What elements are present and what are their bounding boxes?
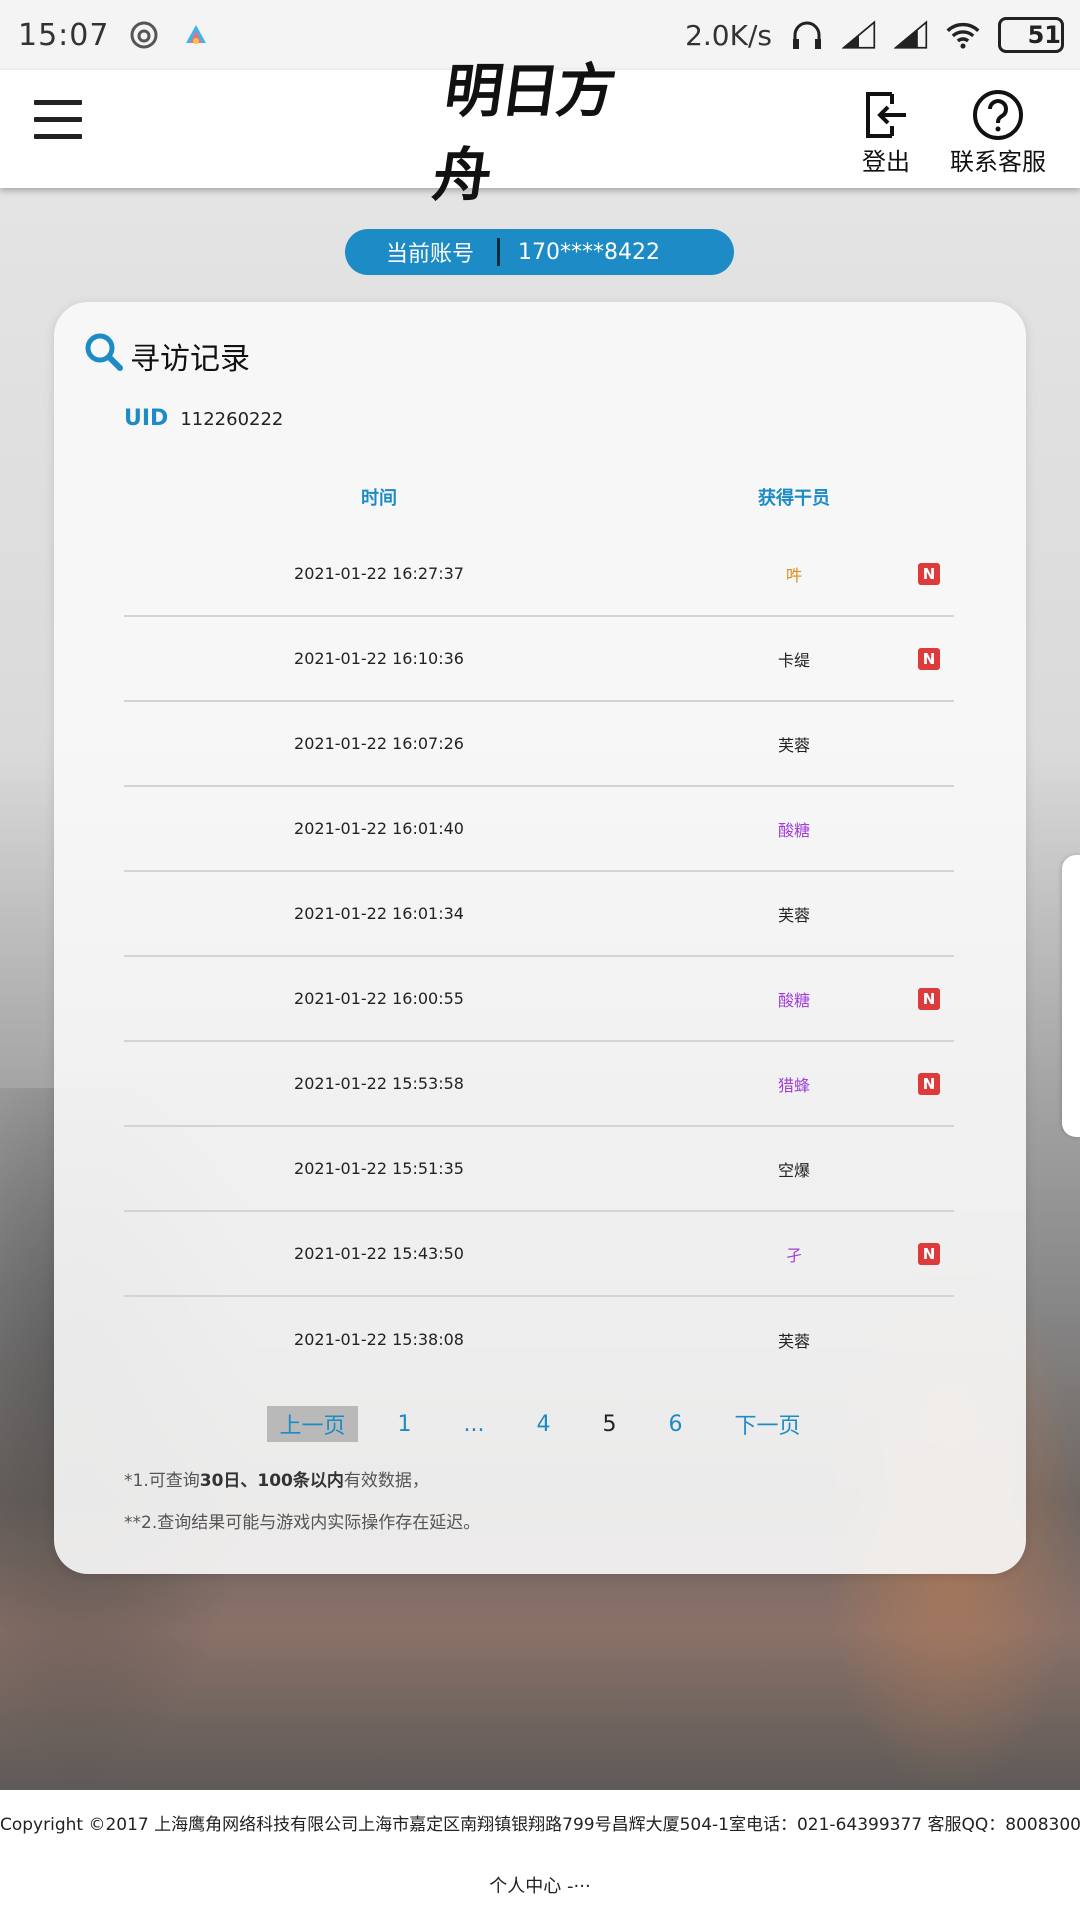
new-badge: N [918,1072,940,1095]
record-time: 2021-01-22 16:01:34 [294,904,464,923]
copyright-text: Copyright ©2017 上海鹰角网络科技有限公司上海市嘉定区南翔镇银翔路… [0,1815,1080,1835]
table-row: 2021-01-22 16:27:37 吽 N [124,532,954,617]
logout-icon [862,88,910,142]
new-badge: N [918,562,940,585]
record-operator-cell: 芙蓉 [634,732,954,756]
personal-center-link[interactable]: 个人中心 -··· [0,1872,1080,1898]
uid-label: UID [124,406,169,431]
menu-button[interactable] [34,100,82,140]
table-header: 时间 获得干员 [124,462,954,532]
page-ellipsis: ... [463,1411,485,1437]
table-row: 2021-01-22 16:01:34 芙蓉 [124,872,954,957]
gacha-record-table: 时间 获得干员 2021-01-22 16:27:37 吽 N 2021-01-22 … [124,462,954,1382]
search-icon [84,332,124,380]
footer: Copyright ©2017 上海鹰角网络科技有限公司上海市嘉定区南翔镇银翔路… [0,1790,1080,1920]
logout-button[interactable]: 登出 [862,88,910,177]
battery-icon: 51 [998,17,1064,53]
note-query-limit: *1.可查询30日、100条以内有效数据， [124,1471,429,1491]
operator-name: 吽 [785,565,802,585]
table-row: 2021-01-22 15:38:08 芙蓉 [124,1297,954,1382]
current-account-pill: 当前账号 170****8422 [345,229,734,275]
record-time: 2021-01-22 16:10:36 [294,649,464,668]
prev-page-button[interactable]: 上一页 [267,1406,358,1442]
help-icon [972,88,1024,142]
record-operator-cell: 空爆 [634,1157,954,1181]
page-6-link[interactable]: 6 [656,1410,694,1439]
new-badge: N [918,987,940,1010]
operator-name: 芙蓉 [777,735,810,755]
next-page-button[interactable]: 下一页 [722,1406,812,1442]
card-title: 寻访记录 [84,332,250,380]
operator-name: 芙蓉 [777,1331,810,1351]
customer-service-label: 联系客服 [950,148,1046,176]
record-time: 2021-01-22 15:43:50 [294,1244,464,1263]
table-row: 2021-01-22 16:00:55 酸糖 N [124,957,954,1042]
table-row: 2021-01-22 15:51:35 空爆 [124,1127,954,1212]
new-badge: N [918,647,940,670]
record-operator-cell: 芙蓉 [634,1328,954,1352]
page-1-link[interactable]: 1 [386,1410,424,1439]
operator-name: 芙蓉 [777,905,810,925]
pagination: 上一页 1 ... 4 5 6 下一页 [54,1406,1026,1442]
uid-value: 112260222 [180,409,284,430]
operator-name: 空爆 [777,1160,810,1180]
network-speed: 2.0K/s [685,18,772,52]
battery-level: 51 [1027,21,1061,49]
record-time: 2021-01-22 15:51:35 [294,1159,464,1178]
column-header-time: 时间 [361,488,397,509]
logout-label: 登出 [862,148,910,176]
customer-service-button[interactable]: 联系客服 [950,88,1046,177]
uid-row: UID 112260222 [124,406,283,431]
operator-name: 卡缇 [777,650,810,670]
table-row: 2021-01-22 16:10:36 卡缇 N [124,617,954,702]
status-time: 15:07 [18,17,110,53]
record-time: 2021-01-22 16:27:37 [294,564,464,583]
new-badge: N [918,1242,940,1265]
record-operator-cell: 吽N [634,562,954,586]
table-row: 2021-01-22 16:01:40 酸糖 [124,787,954,872]
column-header-operator: 获得干员 [758,488,830,509]
gacha-record-card: 寻访记录 UID 112260222 时间 获得干员 2021-01-22 16… [54,302,1026,1574]
operator-name: 孑 [785,1245,802,1265]
note-delay: **2.查询结果可能与游戏内实际操作存在延迟。 [124,1513,481,1533]
wifi-icon [946,18,980,52]
side-drawer-handle[interactable] [1062,855,1080,1137]
card-title-text: 寻访记录 [130,342,250,377]
current-account-value: 170****8422 [518,239,660,265]
record-time: 2021-01-22 15:38:08 [294,1330,464,1349]
record-time: 2021-01-22 16:01:40 [294,819,464,838]
record-time: 2021-01-22 15:53:58 [294,1074,464,1093]
page-4-link[interactable]: 4 [524,1410,562,1439]
record-operator-cell: 芙蓉 [634,902,954,926]
hamburger-icon [34,100,82,105]
record-operator-cell: 孑N [634,1242,954,1266]
record-time: 2021-01-22 16:00:55 [294,989,464,1008]
operator-name: 酸糖 [777,990,810,1010]
signal-icon [894,18,928,52]
record-operator-cell: 酸糖 [634,817,954,841]
record-time: 2021-01-22 16:07:26 [294,734,464,753]
current-account-label: 当前账号 [385,242,474,267]
logo: 明日方舟 [429,57,640,209]
table-row: 2021-01-22 16:07:26 芙蓉 [124,702,954,787]
headset-icon [790,18,824,52]
operator-name: 猎蜂 [777,1075,810,1095]
table-row: 2021-01-22 15:43:50 孑 N [124,1212,954,1297]
record-operator-cell: 猎蜂 N [634,1072,954,1096]
current-page: 5 [602,1411,617,1437]
logo-text: 明日方舟 [428,57,618,209]
table-row: 2021-01-22 15:53:58 猎蜂 N [124,1042,954,1127]
app-notification-icon [179,18,213,52]
app-header: 明日方舟 登出 联系客服 [0,57,1080,209]
netease-music-icon [127,18,161,52]
signal-icon [842,18,876,52]
record-operator-cell: 酸糖 N [634,987,954,1011]
record-operator-cell: 卡缇 N [634,647,954,671]
operator-name: 酸糖 [777,820,810,840]
